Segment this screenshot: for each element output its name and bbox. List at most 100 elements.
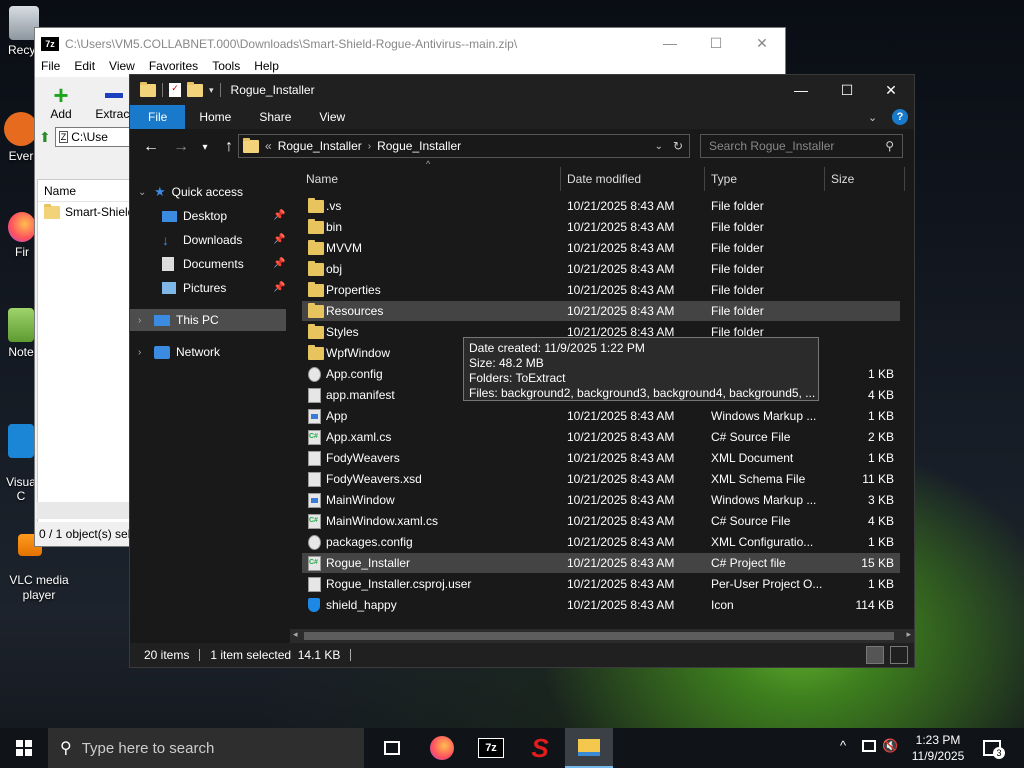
file-row[interactable]: App.xaml.cs 10/21/2025 8:43 AM C# Source F… (302, 427, 900, 447)
file-row[interactable]: Rogue_Installer 10/21/2025 8:43 AM C# Proj… (302, 553, 900, 573)
column-divider[interactable] (704, 167, 705, 191)
column-header-name[interactable]: Name (306, 172, 338, 186)
file-row[interactable]: MainWindow.xaml.cs 10/21/2025 8:43 AM C# S… (302, 511, 900, 531)
column-header-name[interactable]: Name (38, 180, 132, 202)
column-header-type[interactable]: Type (711, 172, 737, 186)
add-button[interactable]: + Add (41, 82, 81, 121)
recent-locations-icon[interactable]: ▾ (198, 134, 212, 160)
up-folder-icon[interactable]: ⬆ (39, 129, 51, 146)
pin-icon[interactable]: 📌 (273, 210, 285, 221)
taskbar-file-explorer[interactable] (565, 728, 613, 768)
file-row[interactable]: Resources 10/21/2025 8:43 AM File folder (302, 301, 900, 321)
chevron-up-icon[interactable]: ^ (840, 738, 846, 753)
details-view-icon[interactable] (866, 646, 884, 664)
maximize-button[interactable]: ☐ (693, 28, 739, 58)
tab-home[interactable]: Home (185, 105, 245, 129)
column-divider[interactable] (560, 167, 561, 191)
breadcrumb-overflow[interactable]: « (265, 139, 272, 153)
column-divider[interactable] (904, 167, 905, 191)
desktop-icon-everything[interactable]: Ever (4, 112, 38, 163)
notification-center-button[interactable]: 3 (980, 736, 1005, 760)
new-folder-icon[interactable] (187, 81, 203, 97)
expand-ribbon-icon[interactable]: ⌄ (868, 105, 892, 129)
refresh-icon[interactable]: ↻ (673, 139, 683, 153)
nav-item-desktop[interactable]: Desktop (162, 205, 227, 227)
file-row[interactable]: .vs 10/21/2025 8:43 AM File folder (302, 196, 900, 216)
address-dropdown-icon[interactable]: ⌄ (655, 141, 663, 152)
tab-file[interactable]: File (130, 105, 186, 129)
scroll-right-icon[interactable]: ▸ (906, 629, 911, 640)
nav-item-quick-access[interactable]: ⌄ ★ Quick access (138, 181, 243, 203)
properties-check-icon[interactable]: ✓ (169, 83, 181, 97)
nav-label: Desktop (183, 209, 228, 223)
nav-item-this-pc[interactable]: › This PC (138, 309, 219, 331)
maximize-button[interactable]: ☐ (824, 75, 870, 105)
network-icon[interactable] (862, 740, 876, 752)
desktop-icon-label: Visua C (6, 475, 36, 503)
desktop-icon-notepad[interactable]: Note (6, 308, 36, 359)
breadcrumb-chevron-icon[interactable]: › (368, 141, 371, 152)
explorer-titlebar[interactable]: ✓ ▾ Rogue_Installer — ☐ ✕ (130, 75, 914, 105)
file-row[interactable]: Properties 10/21/2025 8:43 AM File folder (302, 280, 900, 300)
file-explorer-window[interactable]: ✓ ▾ Rogue_Installer — ☐ ✕ File Home Shar… (129, 74, 915, 668)
nav-item-documents[interactable]: Documents (162, 253, 244, 275)
file-name: FodyWeavers.xsd (326, 472, 422, 486)
scroll-left-icon[interactable]: ◂ (293, 629, 298, 640)
7zip-titlebar[interactable]: 7z C:\Users\VM5.COLLABNET.000\Downloads\… (35, 28, 785, 59)
clock[interactable]: 1:23 PM 11/9/2025 (905, 732, 971, 764)
back-button[interactable]: ← (138, 134, 164, 160)
column-divider[interactable] (824, 167, 825, 191)
file-row[interactable]: shield_happy 10/21/2025 8:43 AM Icon 114 KB (302, 595, 900, 615)
breadcrumb-item[interactable]: Rogue_Installer (278, 139, 362, 153)
file-row[interactable]: bin 10/21/2025 8:43 AM File folder (302, 217, 900, 237)
address-bar[interactable]: « Rogue_Installer › Rogue_Installer ⌄ ↻ (238, 134, 690, 158)
nav-item-pictures[interactable]: Pictures (162, 277, 226, 299)
star-icon: ★ (154, 184, 166, 199)
search-box[interactable]: Search Rogue_Installer ⚲ (700, 134, 903, 158)
menu-file[interactable]: File (41, 59, 67, 77)
file-row[interactable]: FodyWeavers.xsd 10/21/2025 8:43 AM XML Sch… (302, 469, 900, 489)
close-button[interactable]: ✕ (868, 75, 914, 105)
start-button[interactable] (0, 728, 48, 768)
file-size: 1 KB (867, 409, 894, 423)
file-row[interactable]: obj 10/21/2025 8:43 AM File folder (302, 259, 900, 279)
desktop-icon-visual-studio[interactable]: Visua C (4, 410, 38, 517)
file-row[interactable]: packages.config 10/21/2025 8:43 AM XML Con… (302, 532, 900, 552)
file-row[interactable]: FodyWeavers 10/21/2025 8:43 AM XML Documen… (302, 448, 900, 468)
column-header-size[interactable]: Size (831, 172, 854, 186)
taskbar-7zip[interactable]: 7z (467, 728, 515, 768)
taskbar-firefox[interactable] (418, 728, 466, 768)
file-row[interactable]: Rogue_Installer.csproj.user 10/21/2025 8:… (302, 574, 900, 594)
desktop-icon-firefox[interactable]: Fir (8, 212, 36, 259)
pin-icon[interactable]: 📌 (273, 282, 285, 293)
horizontal-scrollbar[interactable]: ◂ ▸ (290, 629, 914, 643)
menu-edit[interactable]: Edit (74, 59, 102, 77)
minimize-button[interactable]: — (778, 75, 824, 105)
forward-button[interactable]: → (168, 134, 194, 160)
pin-icon[interactable]: 📌 (273, 234, 285, 245)
customize-qat-icon[interactable]: ▾ (209, 85, 214, 96)
7zip-file-list[interactable]: Name Smart-Shield- (37, 179, 133, 529)
scrollbar-thumb[interactable] (304, 632, 894, 640)
file-row[interactable]: MainWindow 10/21/2025 8:43 AM Windows Mark… (302, 490, 900, 510)
pin-icon[interactable]: 📌 (273, 258, 285, 269)
minimize-button[interactable]: — (647, 28, 693, 58)
close-button[interactable]: ✕ (739, 28, 785, 58)
taskbar-search-box[interactable]: ⚲ Type here to search (48, 728, 364, 768)
task-view-button[interactable] (368, 728, 416, 768)
help-icon[interactable]: ? (892, 109, 908, 125)
file-type: C# Source File (711, 514, 791, 528)
7zip-scrollbar[interactable] (37, 502, 133, 519)
taskbar-smart-shield[interactable]: S (516, 728, 564, 768)
file-row[interactable]: App 10/21/2025 8:43 AM Windows Markup ... 1… (302, 406, 900, 426)
column-header-date[interactable]: Date modified (567, 172, 641, 186)
nav-item-network[interactable]: › Network (138, 341, 220, 363)
volume-muted-icon[interactable]: 🔇 (882, 738, 898, 754)
large-icons-view-icon[interactable] (890, 646, 908, 664)
file-row[interactable]: MVVM 10/21/2025 8:43 AM File folder (302, 238, 900, 258)
tab-share[interactable]: Share (245, 105, 305, 129)
breadcrumb-item[interactable]: Rogue_Installer (377, 139, 461, 153)
list-item[interactable]: Smart-Shield- (38, 202, 132, 222)
tab-view[interactable]: View (305, 105, 359, 129)
nav-item-downloads[interactable]: ↓ Downloads (162, 229, 242, 251)
